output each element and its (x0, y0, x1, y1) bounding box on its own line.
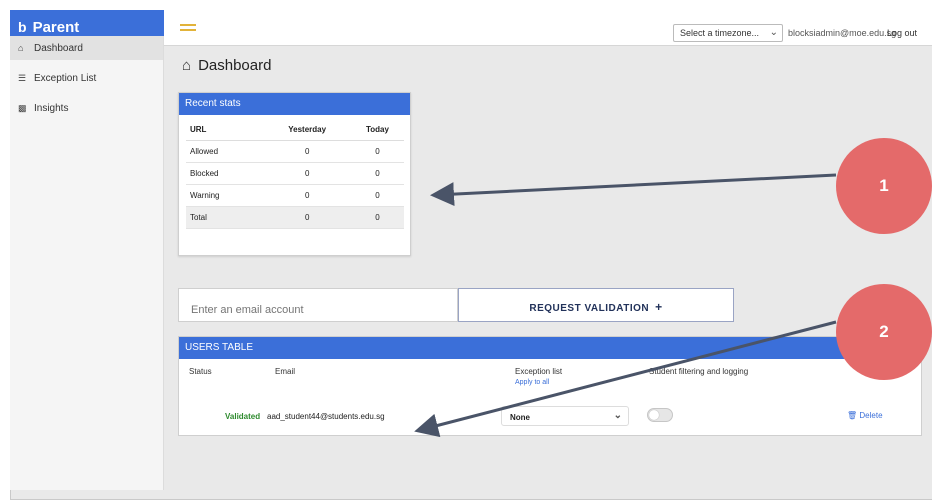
brand-mark: b (18, 19, 27, 35)
column-header: Today (350, 120, 404, 141)
apply-to-all-link[interactable]: Apply to all (515, 379, 549, 386)
timezone-select-value: Select a timezone... (680, 28, 760, 38)
recent-stats-table: URL Yesterday Today Allowed 0 0 Blocked … (186, 120, 404, 229)
column-header-status: Status (189, 367, 212, 376)
hamburger-menu-icon[interactable] (180, 24, 196, 34)
sidebar-item-exception-list[interactable]: ☰ Exception List (10, 66, 163, 90)
sidebar-item-label: Insights (34, 102, 69, 114)
page-title-text: Dashboard (198, 57, 272, 74)
chevron-down-icon: ⌄ (769, 27, 778, 38)
sidebar-item-label: Dashboard (34, 42, 83, 54)
list-icon: ☰ (18, 72, 27, 83)
column-header: URL (186, 120, 264, 141)
toggle-knob (649, 410, 659, 420)
bar-chart-icon: ▩ (18, 102, 27, 113)
sidebar-item-label: Exception List (34, 72, 97, 84)
email-field[interactable] (178, 288, 458, 322)
table-cell: Warning (186, 184, 264, 207)
table-row: Total 0 0 (186, 206, 404, 229)
filtering-toggle[interactable] (647, 408, 673, 422)
exception-list-select[interactable]: None ⌄ (501, 406, 629, 426)
home-icon: ⌂ (18, 43, 24, 53)
column-header-filtering: Student filtering and logging (649, 367, 749, 376)
status-badge: Validated (225, 412, 261, 421)
table-cell: 0 (263, 162, 351, 185)
table-cell: 0 (350, 162, 404, 185)
column-header-exception: Exception list (515, 367, 563, 376)
plus-icon: + (655, 300, 663, 314)
chevron-down-icon: ⌄ (613, 410, 622, 421)
table-row: Blocked 0 0 (186, 162, 404, 185)
brand-label: Parent (32, 19, 80, 36)
table-row: Allowed 0 0 (186, 140, 404, 163)
sidebar-item-dashboard[interactable]: ⌂ Dashboard (10, 36, 163, 60)
table-cell: 0 (263, 184, 351, 207)
request-validation-button[interactable]: REQUEST VALIDATION + (458, 288, 734, 322)
sidebar-item-insights[interactable]: ▩ Insights (10, 96, 163, 120)
annotation-badge-2: 2 (836, 284, 932, 380)
table-row: Validated aad_student44@students.edu.sg … (179, 403, 923, 431)
table-cell: Total (186, 206, 264, 229)
table-row: Warning 0 0 (186, 184, 404, 207)
delete-button[interactable]: 🗑 Delete (847, 411, 883, 420)
sidebar: ⌂ Dashboard ☰ Exception List ▩ Insights (10, 36, 164, 490)
delete-label: Delete (859, 411, 883, 420)
users-table-card: USERS TABLE Status Email Exception list … (178, 336, 922, 436)
users-table-title: USERS TABLE (179, 337, 921, 359)
page-title: ⌂ Dashboard (182, 57, 271, 74)
logout-link[interactable]: Log out (887, 28, 917, 38)
table-cell: 0 (263, 140, 351, 163)
user-email: blocksiadmin@moe.edu.sg (788, 28, 897, 38)
table-cell: 0 (263, 206, 351, 229)
table-cell: 0 (350, 140, 404, 163)
user-email-cell: aad_student44@students.edu.sg (267, 412, 385, 421)
table-cell: Allowed (186, 140, 264, 163)
table-cell: 0 (350, 184, 404, 207)
column-header: Yesterday (263, 120, 351, 141)
column-header-email: Email (275, 367, 296, 376)
recent-stats-title: Recent stats (179, 93, 410, 115)
table-cell: 0 (350, 206, 404, 229)
request-validation-label: REQUEST VALIDATION (529, 303, 650, 314)
recent-stats-card: Recent stats URL Yesterday Today Allowed… (178, 92, 411, 256)
timezone-select[interactable]: Select a timezone... ⌄ (673, 24, 783, 42)
home-icon: ⌂ (182, 57, 192, 74)
annotation-badge-1: 1 (836, 138, 932, 234)
exception-list-value: None (510, 413, 530, 422)
table-cell: Blocked (186, 162, 264, 185)
